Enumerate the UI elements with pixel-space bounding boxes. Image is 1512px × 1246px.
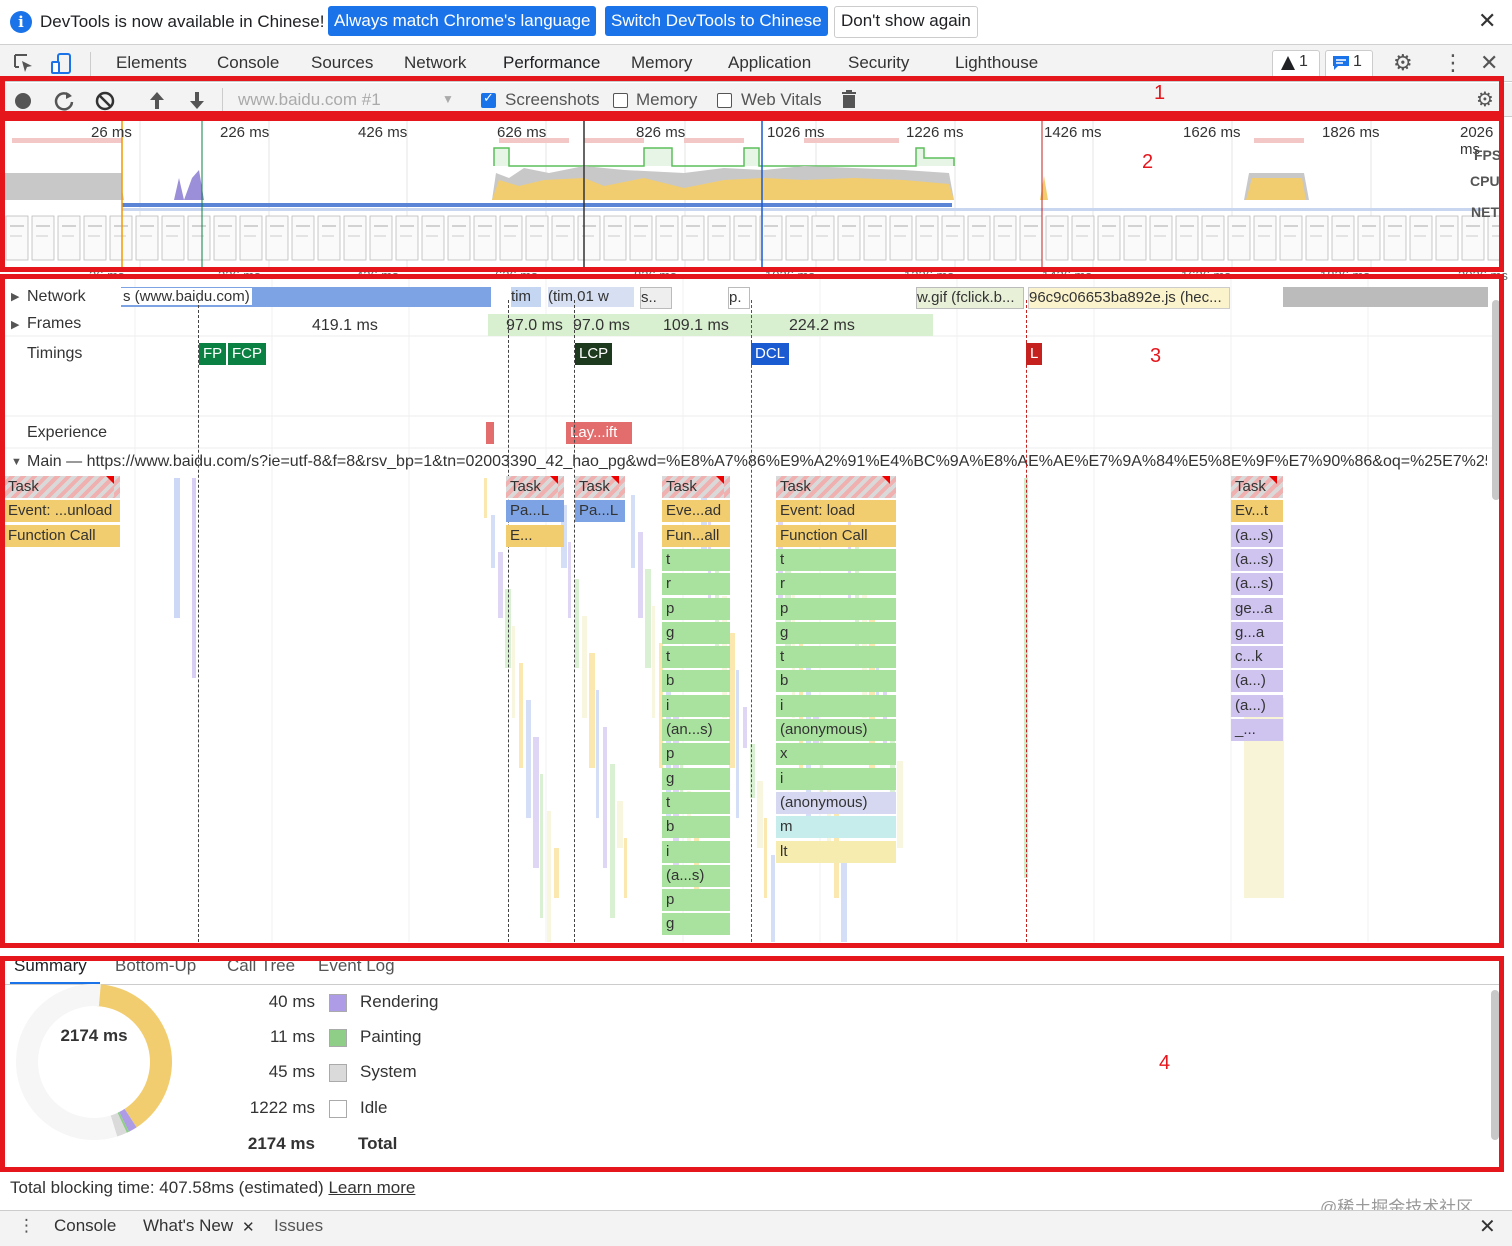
tab-security[interactable]: Security [848, 53, 909, 73]
message-count: 1 [1353, 53, 1362, 70]
device-toolbar-icon[interactable] [50, 52, 76, 76]
more-options-icon[interactable]: ⋮ [1442, 50, 1464, 76]
switch-to-chinese-button[interactable]: Switch DevTools to Chinese [605, 6, 828, 36]
settings-gear-icon[interactable]: ⚙ [1393, 50, 1413, 76]
annotation-label-3: 3 [1150, 345, 1162, 367]
annotation-label-4: 4 [1159, 1052, 1171, 1074]
drawer-tab-console[interactable]: Console [54, 1216, 116, 1236]
tab-network[interactable]: Network [404, 53, 466, 73]
infobar-close-icon[interactable]: ✕ [1478, 8, 1496, 34]
annotation-label-2: 2 [1142, 151, 1154, 173]
always-match-language-button[interactable]: Always match Chrome's language [328, 6, 597, 36]
dont-show-again-button[interactable]: Don't show again [834, 6, 978, 38]
annotation-box-3 [0, 274, 1504, 948]
tab-application[interactable]: Application [728, 53, 811, 73]
warning-icon [1281, 56, 1295, 70]
message-icon [1333, 56, 1349, 70]
drawer-tab-issues[interactable]: Issues [274, 1216, 323, 1236]
tab-memory[interactable]: Memory [631, 53, 692, 73]
tab-console[interactable]: Console [217, 53, 279, 73]
drawer-tab-whats-new[interactable]: What's New [143, 1216, 233, 1236]
tbt-text: Total blocking time: 407.58ms (estimated… [10, 1178, 324, 1197]
close-devtools-icon[interactable]: ✕ [1480, 50, 1498, 76]
tab-performance[interactable]: Performance [503, 53, 600, 73]
infobar-message: DevTools is now available in Chinese! [40, 12, 325, 31]
learn-more-link[interactable]: Learn more [328, 1178, 415, 1197]
drawer-menu-icon[interactable]: ⋮ [18, 1216, 35, 1236]
tab-sources[interactable]: Sources [311, 53, 373, 73]
annotation-box-2 [0, 116, 1504, 272]
close-tab-icon[interactable]: ✕ [242, 1218, 255, 1236]
warning-count: 1 [1299, 53, 1308, 70]
tab-elements[interactable]: Elements [116, 53, 187, 73]
total-blocking-time: Total blocking time: 407.58ms (estimated… [10, 1178, 415, 1198]
tab-lighthouse[interactable]: Lighthouse [955, 53, 1038, 73]
tabbar-divider [90, 52, 91, 76]
info-icon: i [10, 11, 32, 33]
annotation-box-4 [0, 956, 1504, 1172]
inspect-element-icon[interactable] [12, 52, 38, 76]
annotation-label-1: 1 [1154, 82, 1166, 104]
close-drawer-icon[interactable]: ✕ [1479, 1214, 1496, 1239]
annotation-box-1 [0, 76, 1504, 116]
